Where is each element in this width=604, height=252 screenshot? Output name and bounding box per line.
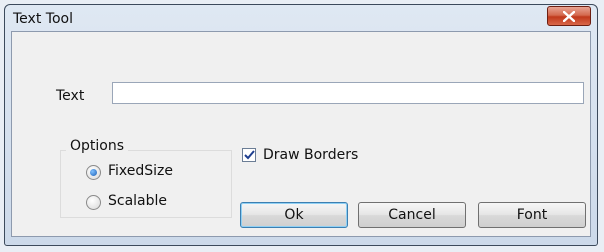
checkmark-icon [243,150,255,160]
ok-button[interactable]: Ok [240,202,348,228]
close-button[interactable] [547,6,591,26]
options-group-label: Options [66,138,129,154]
window-title: Text Tool [13,11,73,27]
fixedsize-radio-label[interactable]: FixedSize [108,163,173,179]
draw-borders-label[interactable]: Draw Borders [263,147,358,163]
text-input[interactable] [112,82,584,104]
scalable-radio[interactable] [86,195,101,210]
dialog-body: Text Options FixedSize Scalable Draw Bor… [11,31,591,237]
scalable-radio-label[interactable]: Scalable [108,193,167,209]
font-button[interactable]: Font [478,202,586,228]
close-icon [563,10,575,22]
text-tool-dialog: Text Tool Text Options FixedSize Scalabl… [4,4,598,246]
cancel-button[interactable]: Cancel [358,202,466,228]
title-bar[interactable]: Text Tool [5,5,597,31]
fixedsize-radio[interactable] [86,165,101,180]
draw-borders-checkbox[interactable] [242,148,256,162]
text-label: Text [56,88,85,104]
